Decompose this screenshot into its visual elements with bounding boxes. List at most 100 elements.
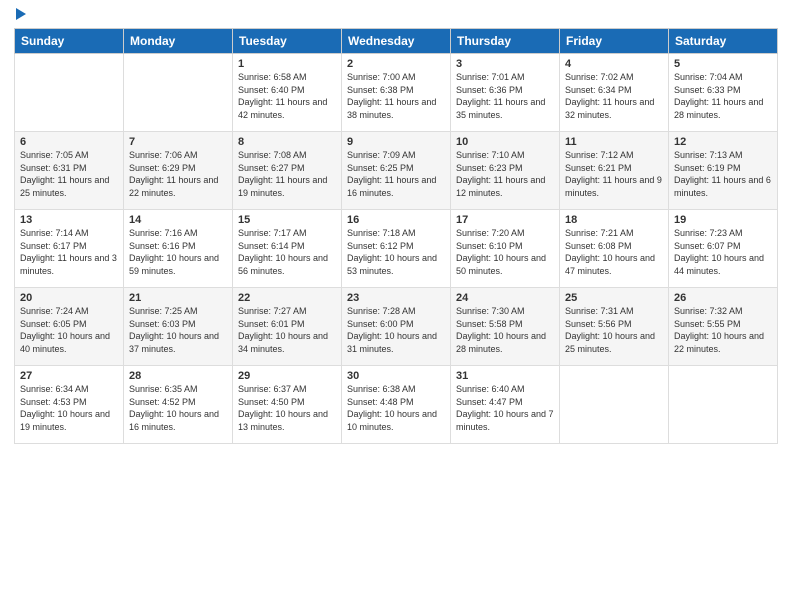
day-number: 30	[347, 370, 445, 382]
day-info: Sunrise: 7:08 AMSunset: 6:27 PMDaylight:…	[238, 149, 336, 199]
calendar-cell: 30Sunrise: 6:38 AMSunset: 4:48 PMDayligh…	[342, 366, 451, 444]
day-info: Sunrise: 7:25 AMSunset: 6:03 PMDaylight:…	[129, 305, 227, 355]
calendar-week-1: 1Sunrise: 6:58 AMSunset: 6:40 PMDaylight…	[15, 54, 778, 132]
day-info: Sunrise: 7:04 AMSunset: 6:33 PMDaylight:…	[674, 71, 772, 121]
calendar-cell: 15Sunrise: 7:17 AMSunset: 6:14 PMDayligh…	[233, 210, 342, 288]
calendar-cell: 8Sunrise: 7:08 AMSunset: 6:27 PMDaylight…	[233, 132, 342, 210]
weekday-header-monday: Monday	[124, 29, 233, 54]
day-info: Sunrise: 7:23 AMSunset: 6:07 PMDaylight:…	[674, 227, 772, 277]
day-info: Sunrise: 6:35 AMSunset: 4:52 PMDaylight:…	[129, 383, 227, 433]
day-info: Sunrise: 7:21 AMSunset: 6:08 PMDaylight:…	[565, 227, 663, 277]
calendar-cell: 3Sunrise: 7:01 AMSunset: 6:36 PMDaylight…	[451, 54, 560, 132]
day-number: 5	[674, 58, 772, 70]
day-number: 19	[674, 214, 772, 226]
calendar-cell: 23Sunrise: 7:28 AMSunset: 6:00 PMDayligh…	[342, 288, 451, 366]
day-info: Sunrise: 7:17 AMSunset: 6:14 PMDaylight:…	[238, 227, 336, 277]
day-info: Sunrise: 7:05 AMSunset: 6:31 PMDaylight:…	[20, 149, 118, 199]
calendar-cell: 10Sunrise: 7:10 AMSunset: 6:23 PMDayligh…	[451, 132, 560, 210]
day-number: 28	[129, 370, 227, 382]
day-number: 10	[456, 136, 554, 148]
day-info: Sunrise: 7:32 AMSunset: 5:55 PMDaylight:…	[674, 305, 772, 355]
calendar-cell: 7Sunrise: 7:06 AMSunset: 6:29 PMDaylight…	[124, 132, 233, 210]
day-number: 6	[20, 136, 118, 148]
day-info: Sunrise: 6:37 AMSunset: 4:50 PMDaylight:…	[238, 383, 336, 433]
calendar-cell: 17Sunrise: 7:20 AMSunset: 6:10 PMDayligh…	[451, 210, 560, 288]
weekday-header-friday: Friday	[560, 29, 669, 54]
calendar-cell	[124, 54, 233, 132]
logo-arrow-icon	[16, 8, 26, 20]
calendar-cell: 19Sunrise: 7:23 AMSunset: 6:07 PMDayligh…	[669, 210, 778, 288]
day-number: 14	[129, 214, 227, 226]
day-info: Sunrise: 7:27 AMSunset: 6:01 PMDaylight:…	[238, 305, 336, 355]
day-number: 24	[456, 292, 554, 304]
calendar-week-4: 20Sunrise: 7:24 AMSunset: 6:05 PMDayligh…	[15, 288, 778, 366]
calendar-table: SundayMondayTuesdayWednesdayThursdayFrid…	[14, 28, 778, 444]
day-number: 11	[565, 136, 663, 148]
day-number: 25	[565, 292, 663, 304]
day-info: Sunrise: 6:40 AMSunset: 4:47 PMDaylight:…	[456, 383, 554, 433]
calendar-cell: 6Sunrise: 7:05 AMSunset: 6:31 PMDaylight…	[15, 132, 124, 210]
weekday-header-wednesday: Wednesday	[342, 29, 451, 54]
day-number: 4	[565, 58, 663, 70]
calendar-cell	[669, 366, 778, 444]
day-info: Sunrise: 7:31 AMSunset: 5:56 PMDaylight:…	[565, 305, 663, 355]
day-info: Sunrise: 6:38 AMSunset: 4:48 PMDaylight:…	[347, 383, 445, 433]
day-info: Sunrise: 7:20 AMSunset: 6:10 PMDaylight:…	[456, 227, 554, 277]
calendar-week-3: 13Sunrise: 7:14 AMSunset: 6:17 PMDayligh…	[15, 210, 778, 288]
calendar-cell: 2Sunrise: 7:00 AMSunset: 6:38 PMDaylight…	[342, 54, 451, 132]
calendar-cell: 20Sunrise: 7:24 AMSunset: 6:05 PMDayligh…	[15, 288, 124, 366]
day-number: 29	[238, 370, 336, 382]
calendar-cell: 12Sunrise: 7:13 AMSunset: 6:19 PMDayligh…	[669, 132, 778, 210]
calendar-cell: 14Sunrise: 7:16 AMSunset: 6:16 PMDayligh…	[124, 210, 233, 288]
calendar-cell: 25Sunrise: 7:31 AMSunset: 5:56 PMDayligh…	[560, 288, 669, 366]
day-number: 17	[456, 214, 554, 226]
weekday-header-row: SundayMondayTuesdayWednesdayThursdayFrid…	[15, 29, 778, 54]
weekday-header-saturday: Saturday	[669, 29, 778, 54]
day-number: 2	[347, 58, 445, 70]
weekday-header-thursday: Thursday	[451, 29, 560, 54]
day-info: Sunrise: 7:10 AMSunset: 6:23 PMDaylight:…	[456, 149, 554, 199]
day-info: Sunrise: 7:13 AMSunset: 6:19 PMDaylight:…	[674, 149, 772, 199]
day-info: Sunrise: 7:30 AMSunset: 5:58 PMDaylight:…	[456, 305, 554, 355]
header	[14, 10, 778, 20]
calendar-container: SundayMondayTuesdayWednesdayThursdayFrid…	[0, 0, 792, 612]
weekday-header-sunday: Sunday	[15, 29, 124, 54]
day-number: 1	[238, 58, 336, 70]
calendar-cell: 21Sunrise: 7:25 AMSunset: 6:03 PMDayligh…	[124, 288, 233, 366]
day-number: 3	[456, 58, 554, 70]
day-number: 18	[565, 214, 663, 226]
day-info: Sunrise: 7:16 AMSunset: 6:16 PMDaylight:…	[129, 227, 227, 277]
day-info: Sunrise: 7:28 AMSunset: 6:00 PMDaylight:…	[347, 305, 445, 355]
day-number: 15	[238, 214, 336, 226]
day-info: Sunrise: 7:01 AMSunset: 6:36 PMDaylight:…	[456, 71, 554, 121]
calendar-cell: 5Sunrise: 7:04 AMSunset: 6:33 PMDaylight…	[669, 54, 778, 132]
day-info: Sunrise: 7:02 AMSunset: 6:34 PMDaylight:…	[565, 71, 663, 121]
calendar-cell: 9Sunrise: 7:09 AMSunset: 6:25 PMDaylight…	[342, 132, 451, 210]
day-number: 16	[347, 214, 445, 226]
calendar-cell: 27Sunrise: 6:34 AMSunset: 4:53 PMDayligh…	[15, 366, 124, 444]
day-number: 20	[20, 292, 118, 304]
calendar-cell: 4Sunrise: 7:02 AMSunset: 6:34 PMDaylight…	[560, 54, 669, 132]
day-info: Sunrise: 7:00 AMSunset: 6:38 PMDaylight:…	[347, 71, 445, 121]
day-number: 12	[674, 136, 772, 148]
day-info: Sunrise: 6:58 AMSunset: 6:40 PMDaylight:…	[238, 71, 336, 121]
day-number: 26	[674, 292, 772, 304]
calendar-cell	[560, 366, 669, 444]
calendar-cell: 22Sunrise: 7:27 AMSunset: 6:01 PMDayligh…	[233, 288, 342, 366]
day-number: 22	[238, 292, 336, 304]
calendar-cell: 16Sunrise: 7:18 AMSunset: 6:12 PMDayligh…	[342, 210, 451, 288]
calendar-cell: 11Sunrise: 7:12 AMSunset: 6:21 PMDayligh…	[560, 132, 669, 210]
calendar-cell: 24Sunrise: 7:30 AMSunset: 5:58 PMDayligh…	[451, 288, 560, 366]
calendar-week-5: 27Sunrise: 6:34 AMSunset: 4:53 PMDayligh…	[15, 366, 778, 444]
day-number: 13	[20, 214, 118, 226]
day-number: 8	[238, 136, 336, 148]
day-number: 27	[20, 370, 118, 382]
day-info: Sunrise: 6:34 AMSunset: 4:53 PMDaylight:…	[20, 383, 118, 433]
day-number: 21	[129, 292, 227, 304]
day-info: Sunrise: 7:09 AMSunset: 6:25 PMDaylight:…	[347, 149, 445, 199]
calendar-cell: 31Sunrise: 6:40 AMSunset: 4:47 PMDayligh…	[451, 366, 560, 444]
day-number: 23	[347, 292, 445, 304]
calendar-cell	[15, 54, 124, 132]
day-number: 9	[347, 136, 445, 148]
calendar-week-2: 6Sunrise: 7:05 AMSunset: 6:31 PMDaylight…	[15, 132, 778, 210]
